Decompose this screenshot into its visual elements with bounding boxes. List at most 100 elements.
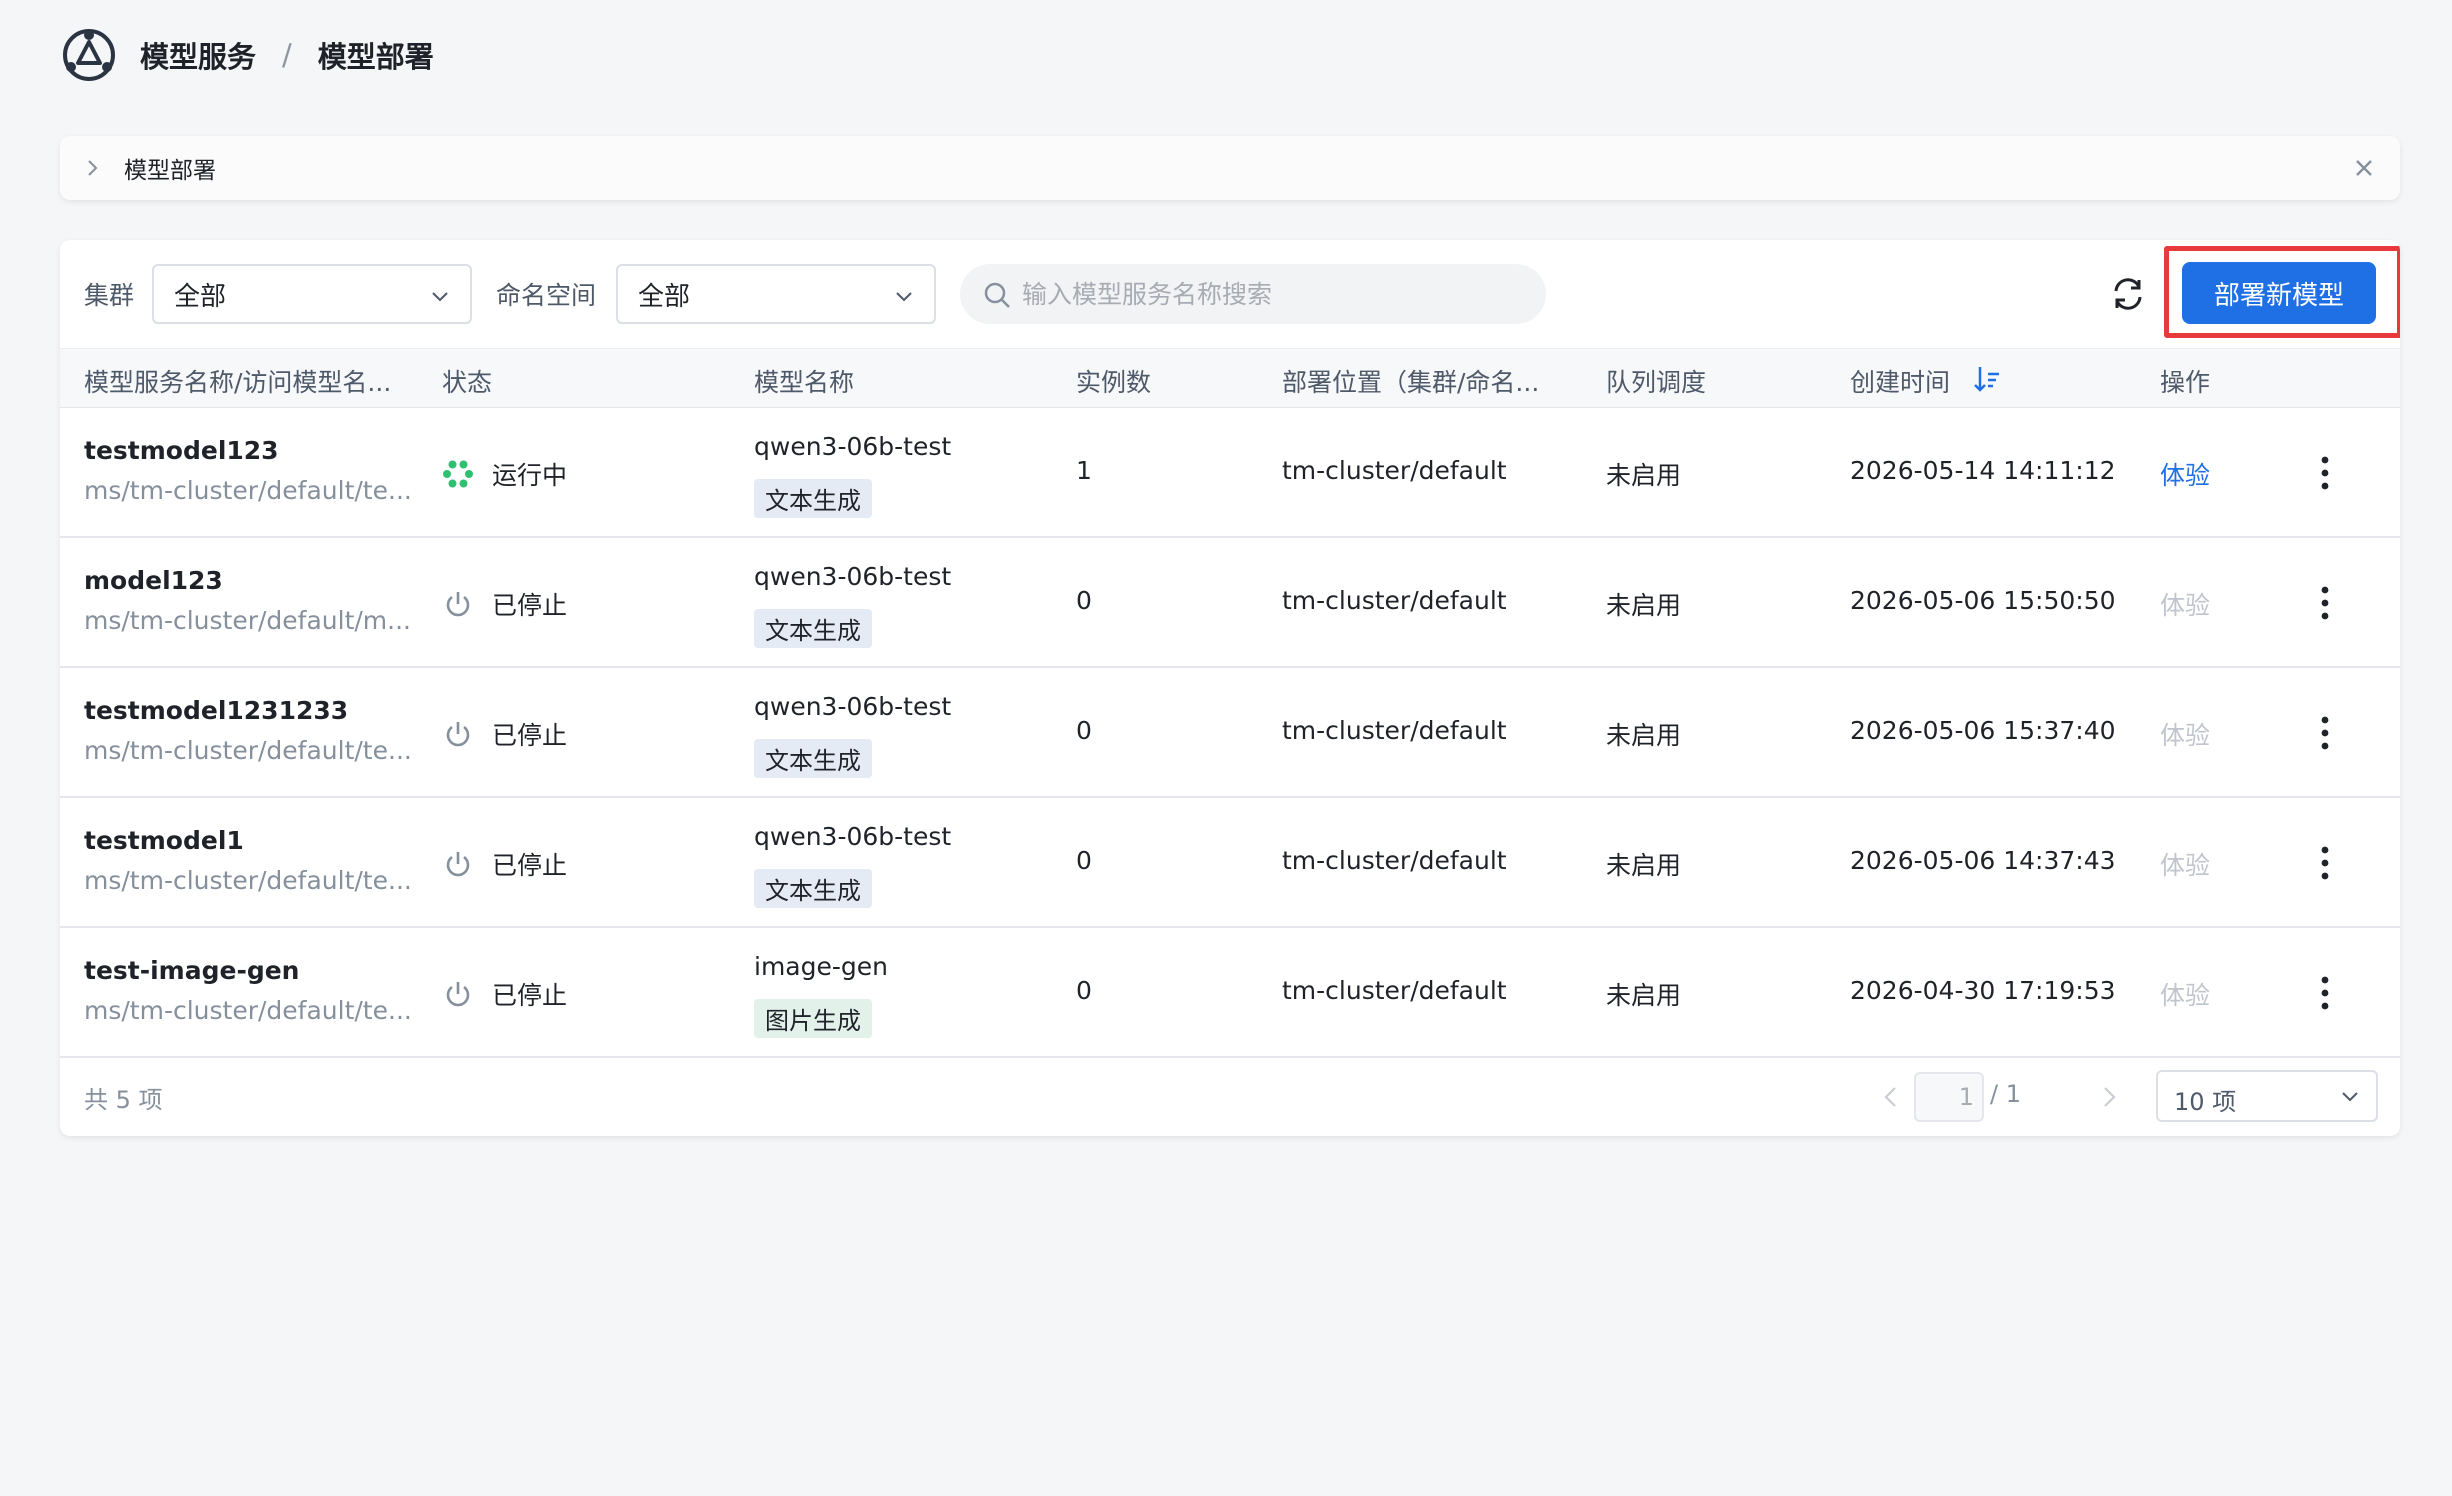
collapsible-notice[interactable]: 模型部署	[60, 136, 2400, 200]
page-total: / 1	[1990, 1080, 2021, 1108]
queue-scheduling: 未启用	[1606, 591, 1682, 620]
more-vertical-icon[interactable]	[2318, 714, 2332, 752]
deploy-location: tm-cluster/default	[1282, 716, 1507, 745]
chevron-right-icon[interactable]	[2096, 1082, 2122, 1112]
power-icon	[446, 982, 470, 1007]
search-input[interactable]	[1022, 264, 1546, 324]
model-type-tag: 文本生成	[754, 609, 872, 648]
col-status[interactable]: 状态	[442, 363, 492, 399]
model-name: qwen3-06b-test	[754, 692, 952, 721]
service-path: ms/tm-cluster/default/te...	[84, 866, 412, 895]
toolbar: 集群 全部 命名空间 全部 部署新模型	[60, 240, 2400, 348]
col-actions: 操作	[2160, 368, 2211, 397]
more-vertical-icon[interactable]	[2318, 584, 2332, 622]
model-type-tag: 文本生成	[754, 869, 872, 908]
model-name: qwen3-06b-test	[754, 822, 952, 851]
model-name: qwen3-06b-test	[754, 562, 952, 591]
breadcrumb-separator: /	[282, 38, 292, 72]
col-queue[interactable]: 队列调度	[1606, 363, 1706, 399]
queue-scheduling: 未启用	[1606, 851, 1682, 880]
cluster-select[interactable]: 全部	[152, 264, 472, 324]
namespace-label: 命名空间	[496, 281, 597, 310]
table-row[interactable]: testmodel123 ms/tm-cluster/default/te... 运…	[60, 408, 2400, 538]
breadcrumb-model-service[interactable]: 模型服务	[140, 34, 256, 76]
service-path: ms/tm-cluster/default/te...	[84, 476, 412, 505]
col-location[interactable]: 部署位置（集群/命名...	[1282, 363, 1539, 399]
search-icon	[984, 282, 1010, 308]
col-instances[interactable]: 实例数	[1076, 363, 1151, 399]
model-type-tag: 文本生成	[754, 479, 872, 518]
service-path: ms/tm-cluster/default/m...	[84, 606, 412, 635]
more-vertical-icon[interactable]	[2318, 454, 2332, 492]
deploy-location: tm-cluster/default	[1282, 456, 1507, 485]
cluster-label: 集群	[84, 281, 135, 310]
app-header: 模型服务 / 模型部署	[60, 24, 434, 86]
model-name: qwen3-06b-test	[754, 432, 952, 461]
queue-scheduling: 未启用	[1606, 981, 1682, 1010]
more-vertical-icon[interactable]	[2318, 974, 2332, 1012]
power-icon	[446, 722, 470, 747]
service-path: ms/tm-cluster/default/te...	[84, 996, 412, 1025]
col-model-name[interactable]: 模型名称	[754, 363, 854, 399]
model-type-tag: 图片生成	[754, 999, 872, 1038]
table-row[interactable]: testmodel1231233 ms/tm-cluster/default/te…	[60, 668, 2400, 798]
search-box[interactable]	[960, 264, 1546, 324]
created-time: 2026-05-06 15:37:40	[1850, 716, 2116, 745]
model-name: image-gen	[754, 952, 888, 981]
service-name[interactable]: model123	[84, 566, 223, 595]
refresh-icon[interactable]	[2108, 274, 2148, 314]
chevron-down-icon	[896, 292, 912, 302]
try-action-link[interactable]: 体验	[2160, 586, 2210, 622]
notice-title: 模型部署	[124, 158, 216, 184]
created-time: 2026-05-06 14:37:43	[1850, 846, 2116, 875]
service-name[interactable]: testmodel1231233	[84, 696, 348, 725]
instance-count: 0	[1076, 846, 1092, 875]
status-text: 已停止	[492, 591, 568, 620]
status-text: 运行中	[492, 461, 568, 490]
instance-count: 0	[1076, 976, 1092, 1005]
namespace-select-value: 全部	[638, 281, 691, 312]
total-count: 共 5 项	[84, 1086, 163, 1114]
page-size-select[interactable]: 10 项	[2156, 1070, 2378, 1122]
try-action-link[interactable]: 体验	[2160, 716, 2210, 752]
table-row[interactable]: test-image-gen ms/tm-cluster/default/te..…	[60, 928, 2400, 1058]
deploy-new-model-button[interactable]: 部署新模型	[2182, 262, 2376, 324]
power-icon	[446, 852, 470, 877]
deploy-location: tm-cluster/default	[1282, 846, 1507, 875]
cluster-select-value: 全部	[174, 281, 227, 312]
created-time: 2026-05-06 15:50:50	[1850, 586, 2116, 615]
instance-count: 0	[1076, 586, 1092, 615]
close-icon[interactable]	[2352, 156, 2376, 180]
page-size-value: 10 项	[2174, 1088, 2237, 1116]
instance-count: 0	[1076, 716, 1092, 745]
deployment-card: 集群 全部 命名空间 全部 部署新模型 模型服务名称/访问模型名... 状态	[60, 240, 2400, 1136]
app-logo-icon	[63, 29, 115, 81]
try-action-link[interactable]: 体验	[2160, 976, 2210, 1012]
service-name[interactable]: testmodel123	[84, 436, 279, 465]
queue-scheduling: 未启用	[1606, 461, 1682, 490]
try-action-link[interactable]: 体验	[2160, 846, 2210, 882]
table-row[interactable]: testmodel1 ms/tm-cluster/default/te... 已停止…	[60, 798, 2400, 928]
col-service-name[interactable]: 模型服务名称/访问模型名...	[84, 363, 391, 399]
table-header: 模型服务名称/访问模型名... 状态 模型名称 实例数 部署位置（集群/命名..…	[60, 348, 2400, 408]
more-vertical-icon[interactable]	[2318, 844, 2332, 882]
try-action-link[interactable]: 体验	[2160, 456, 2210, 492]
breadcrumb-model-deploy: 模型部署	[317, 40, 434, 74]
chevron-right-icon[interactable]	[82, 158, 102, 178]
chevron-left-icon[interactable]	[1878, 1082, 1904, 1112]
sort-descending-icon[interactable]	[1972, 364, 2002, 394]
created-time: 2026-05-14 14:11:12	[1850, 456, 2116, 485]
deploy-location: tm-cluster/default	[1282, 586, 1507, 615]
status-text: 已停止	[492, 721, 568, 750]
service-name[interactable]: testmodel1	[84, 826, 244, 855]
namespace-select[interactable]: 全部	[616, 264, 936, 324]
pagination-footer: 共 5 项 / 1 10 项	[60, 1058, 2400, 1136]
page-number-input[interactable]	[1914, 1072, 1984, 1122]
power-icon	[446, 592, 470, 617]
service-path: ms/tm-cluster/default/te...	[84, 736, 412, 765]
chevron-down-icon	[432, 292, 448, 302]
chevron-down-icon	[2342, 1092, 2358, 1102]
col-created[interactable]: 创建时间	[1850, 363, 1950, 399]
table-row[interactable]: model123 ms/tm-cluster/default/m... 已停止 qwe…	[60, 538, 2400, 668]
service-name[interactable]: test-image-gen	[84, 956, 299, 985]
